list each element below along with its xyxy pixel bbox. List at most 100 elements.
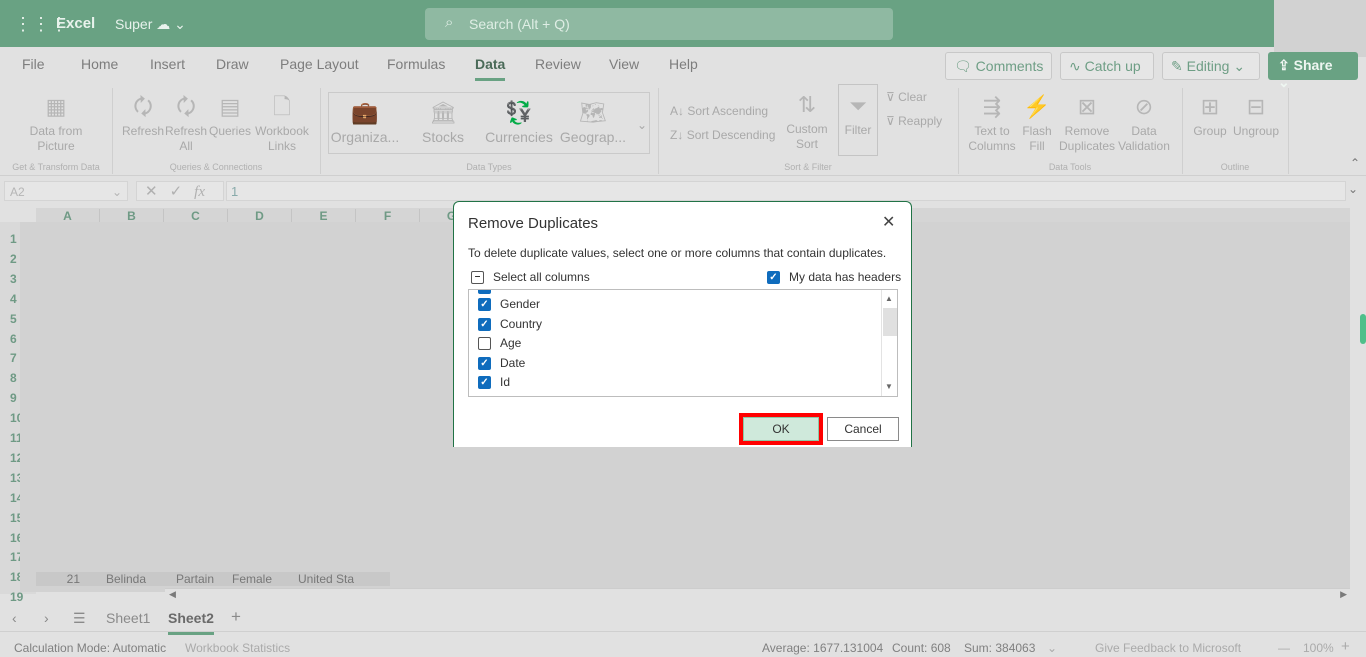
close-icon[interactable]: ✕ xyxy=(882,212,895,232)
column-checkbox-gender[interactable]: ✓ xyxy=(478,298,491,311)
table-cell[interactable]: Female xyxy=(232,572,292,586)
scroll-up-icon[interactable]: ▲ xyxy=(885,294,893,303)
editing-button[interactable]: ✎ Editing ⌄ xyxy=(1162,52,1260,80)
data-type-organization[interactable]: 💼 Organiza... xyxy=(330,96,400,145)
column-checkbox-age[interactable] xyxy=(478,337,491,351)
formula-input[interactable]: 1 xyxy=(226,181,1346,201)
refresh-all-button[interactable]: 🗘 Refresh All xyxy=(164,90,208,154)
table-cell[interactable]: Partain xyxy=(176,572,236,586)
data-types-expand-icon[interactable]: ⌄ xyxy=(637,118,647,132)
cancel-icon[interactable]: ✕ xyxy=(145,183,170,200)
prev-sheet-icon[interactable]: ‹ xyxy=(12,610,17,626)
scroll-down-icon[interactable]: ▼ xyxy=(885,382,893,391)
data-validation-button[interactable]: ⊘ Data Validation xyxy=(1116,90,1172,154)
tab-file[interactable]: File xyxy=(22,56,45,72)
all-sheets-icon[interactable]: ☰ xyxy=(73,610,86,627)
workbook-links-button[interactable]: 🗋 Workbook Links xyxy=(252,90,312,154)
zoom-out-icon[interactable]: — xyxy=(1278,641,1290,655)
group-button[interactable]: ⊞ Group xyxy=(1188,90,1232,139)
remove-duplicates-button[interactable]: ⊠ Remove Duplicates xyxy=(1058,90,1116,154)
row-header[interactable]: 3 xyxy=(10,272,17,286)
table-cell[interactable]: Belinda xyxy=(106,572,172,586)
sort-ascending-button[interactable]: A↓ Sort Ascending xyxy=(670,104,768,118)
has-headers-checkbox[interactable]: ✓ xyxy=(767,271,780,284)
workbook-statistics-link[interactable]: Workbook Statistics xyxy=(185,641,290,655)
next-sheet-icon[interactable]: › xyxy=(44,610,49,626)
horizontal-scrollbar[interactable]: ◀ ▶ xyxy=(165,588,1351,602)
add-sheet-icon[interactable]: + xyxy=(231,607,241,627)
check-icon[interactable]: ✓ xyxy=(170,183,195,200)
row-header[interactable]: 8 xyxy=(10,371,17,385)
search-input[interactable]: ⌕ Search (Alt + Q) xyxy=(425,8,893,40)
tab-help[interactable]: Help xyxy=(669,56,698,72)
zoom-level[interactable]: 100% xyxy=(1303,641,1334,655)
column-header-d[interactable]: D xyxy=(228,209,292,223)
tab-page-layout[interactable]: Page Layout xyxy=(280,56,359,72)
comments-button[interactable]: 🗨 Comments xyxy=(945,52,1052,80)
collapse-ribbon-icon[interactable]: ⌃ xyxy=(1350,156,1360,170)
row-header[interactable]: 2 xyxy=(10,252,17,266)
sort-descending-button[interactable]: Z↓ Sort Descending xyxy=(670,128,775,142)
tab-review[interactable]: Review xyxy=(535,56,581,72)
catch-up-button[interactable]: ∿ Catch up xyxy=(1060,52,1154,80)
list-scrollbar[interactable]: ▲ ▼ xyxy=(881,290,897,396)
tab-home[interactable]: Home xyxy=(81,56,118,72)
clear-filter-button[interactable]: ⊽ Clear xyxy=(886,90,927,104)
has-headers-label[interactable]: My data has headers xyxy=(789,270,901,284)
tab-formulas[interactable]: Formulas xyxy=(387,56,445,72)
table-cell[interactable]: 21 xyxy=(60,572,80,586)
refresh-button[interactable]: 🗘 Refresh xyxy=(120,90,166,139)
select-all-checkbox[interactable]: – xyxy=(471,271,484,284)
table-cell[interactable]: United Sta xyxy=(298,572,378,586)
sheet-tab-sheet1[interactable]: Sheet1 xyxy=(106,610,150,626)
sheet-tab-sheet2[interactable]: Sheet2 xyxy=(168,610,214,635)
column-label[interactable]: Id xyxy=(500,375,510,389)
expand-formula-icon[interactable]: ⌄ xyxy=(1348,182,1358,196)
ungroup-button[interactable]: ⊟ Ungroup xyxy=(1230,90,1282,139)
column-checkbox-country[interactable]: ✓ xyxy=(478,317,491,331)
app-name[interactable]: Excel xyxy=(56,15,95,32)
document-name[interactable]: Super ☁ ⌄ xyxy=(115,16,186,33)
data-from-picture-button[interactable]: ▦ Data from Picture xyxy=(20,90,92,154)
reapply-filter-button[interactable]: ⊽ Reapply xyxy=(886,114,942,128)
feedback-link[interactable]: Give Feedback to Microsoft xyxy=(1095,641,1241,655)
row-header[interactable]: 9 xyxy=(10,391,17,405)
list-scrollbar-thumb[interactable] xyxy=(883,308,897,336)
data-type-stocks[interactable]: 🏛 Stocks xyxy=(412,96,474,145)
row-header[interactable]: 1 xyxy=(10,232,17,246)
column-checkbox[interactable]: ✓ xyxy=(478,290,491,294)
column-header-c[interactable]: C xyxy=(164,209,228,223)
tab-draw[interactable]: Draw xyxy=(216,56,249,72)
flash-fill-button[interactable]: ⚡ Flash Fill xyxy=(1018,90,1056,154)
queries-button[interactable]: ▤ Queries xyxy=(207,90,253,139)
column-label[interactable]: Age xyxy=(500,336,521,350)
text-to-columns-button[interactable]: ⇶ Text to Columns xyxy=(966,90,1018,154)
fx-icon[interactable]: fx xyxy=(194,184,205,200)
data-type-currencies[interactable]: 💱 Currencies xyxy=(484,96,554,145)
ok-button[interactable]: OK xyxy=(739,413,823,445)
column-checkbox-date[interactable]: ✓ xyxy=(478,356,491,370)
scroll-left-icon[interactable]: ◀ xyxy=(169,589,176,600)
row-header[interactable]: 5 xyxy=(10,312,17,326)
name-box[interactable]: A2 ⌄ xyxy=(4,181,128,201)
data-type-geography[interactable]: 🗺 Geograp... xyxy=(558,96,628,145)
row-header[interactable]: 7 xyxy=(10,351,17,365)
column-label[interactable]: Country xyxy=(500,317,542,331)
zoom-in-icon[interactable]: + xyxy=(1341,638,1350,655)
column-label[interactable]: Gender xyxy=(500,297,540,311)
column-checkbox-id[interactable]: ✓ xyxy=(478,376,491,390)
tab-insert[interactable]: Insert xyxy=(150,56,185,72)
custom-sort-button[interactable]: ⇅ Custom Sort xyxy=(782,88,832,152)
select-all-label[interactable]: Select all columns xyxy=(493,270,590,284)
chevron-down-icon[interactable]: ⌄ xyxy=(1047,641,1057,655)
column-header-b[interactable]: B xyxy=(100,209,164,223)
scroll-right-icon[interactable]: ▶ xyxy=(1340,589,1347,600)
scrollbar-thumb[interactable] xyxy=(1360,314,1366,344)
tab-view[interactable]: View xyxy=(609,56,639,72)
row-header[interactable]: 19 xyxy=(10,590,23,604)
tab-data[interactable]: Data xyxy=(475,56,506,81)
vertical-scrollbar[interactable] xyxy=(1350,208,1366,600)
column-header-f[interactable]: F xyxy=(356,209,420,223)
row-header[interactable]: 6 xyxy=(10,332,17,346)
cancel-button[interactable]: Cancel xyxy=(827,417,899,441)
